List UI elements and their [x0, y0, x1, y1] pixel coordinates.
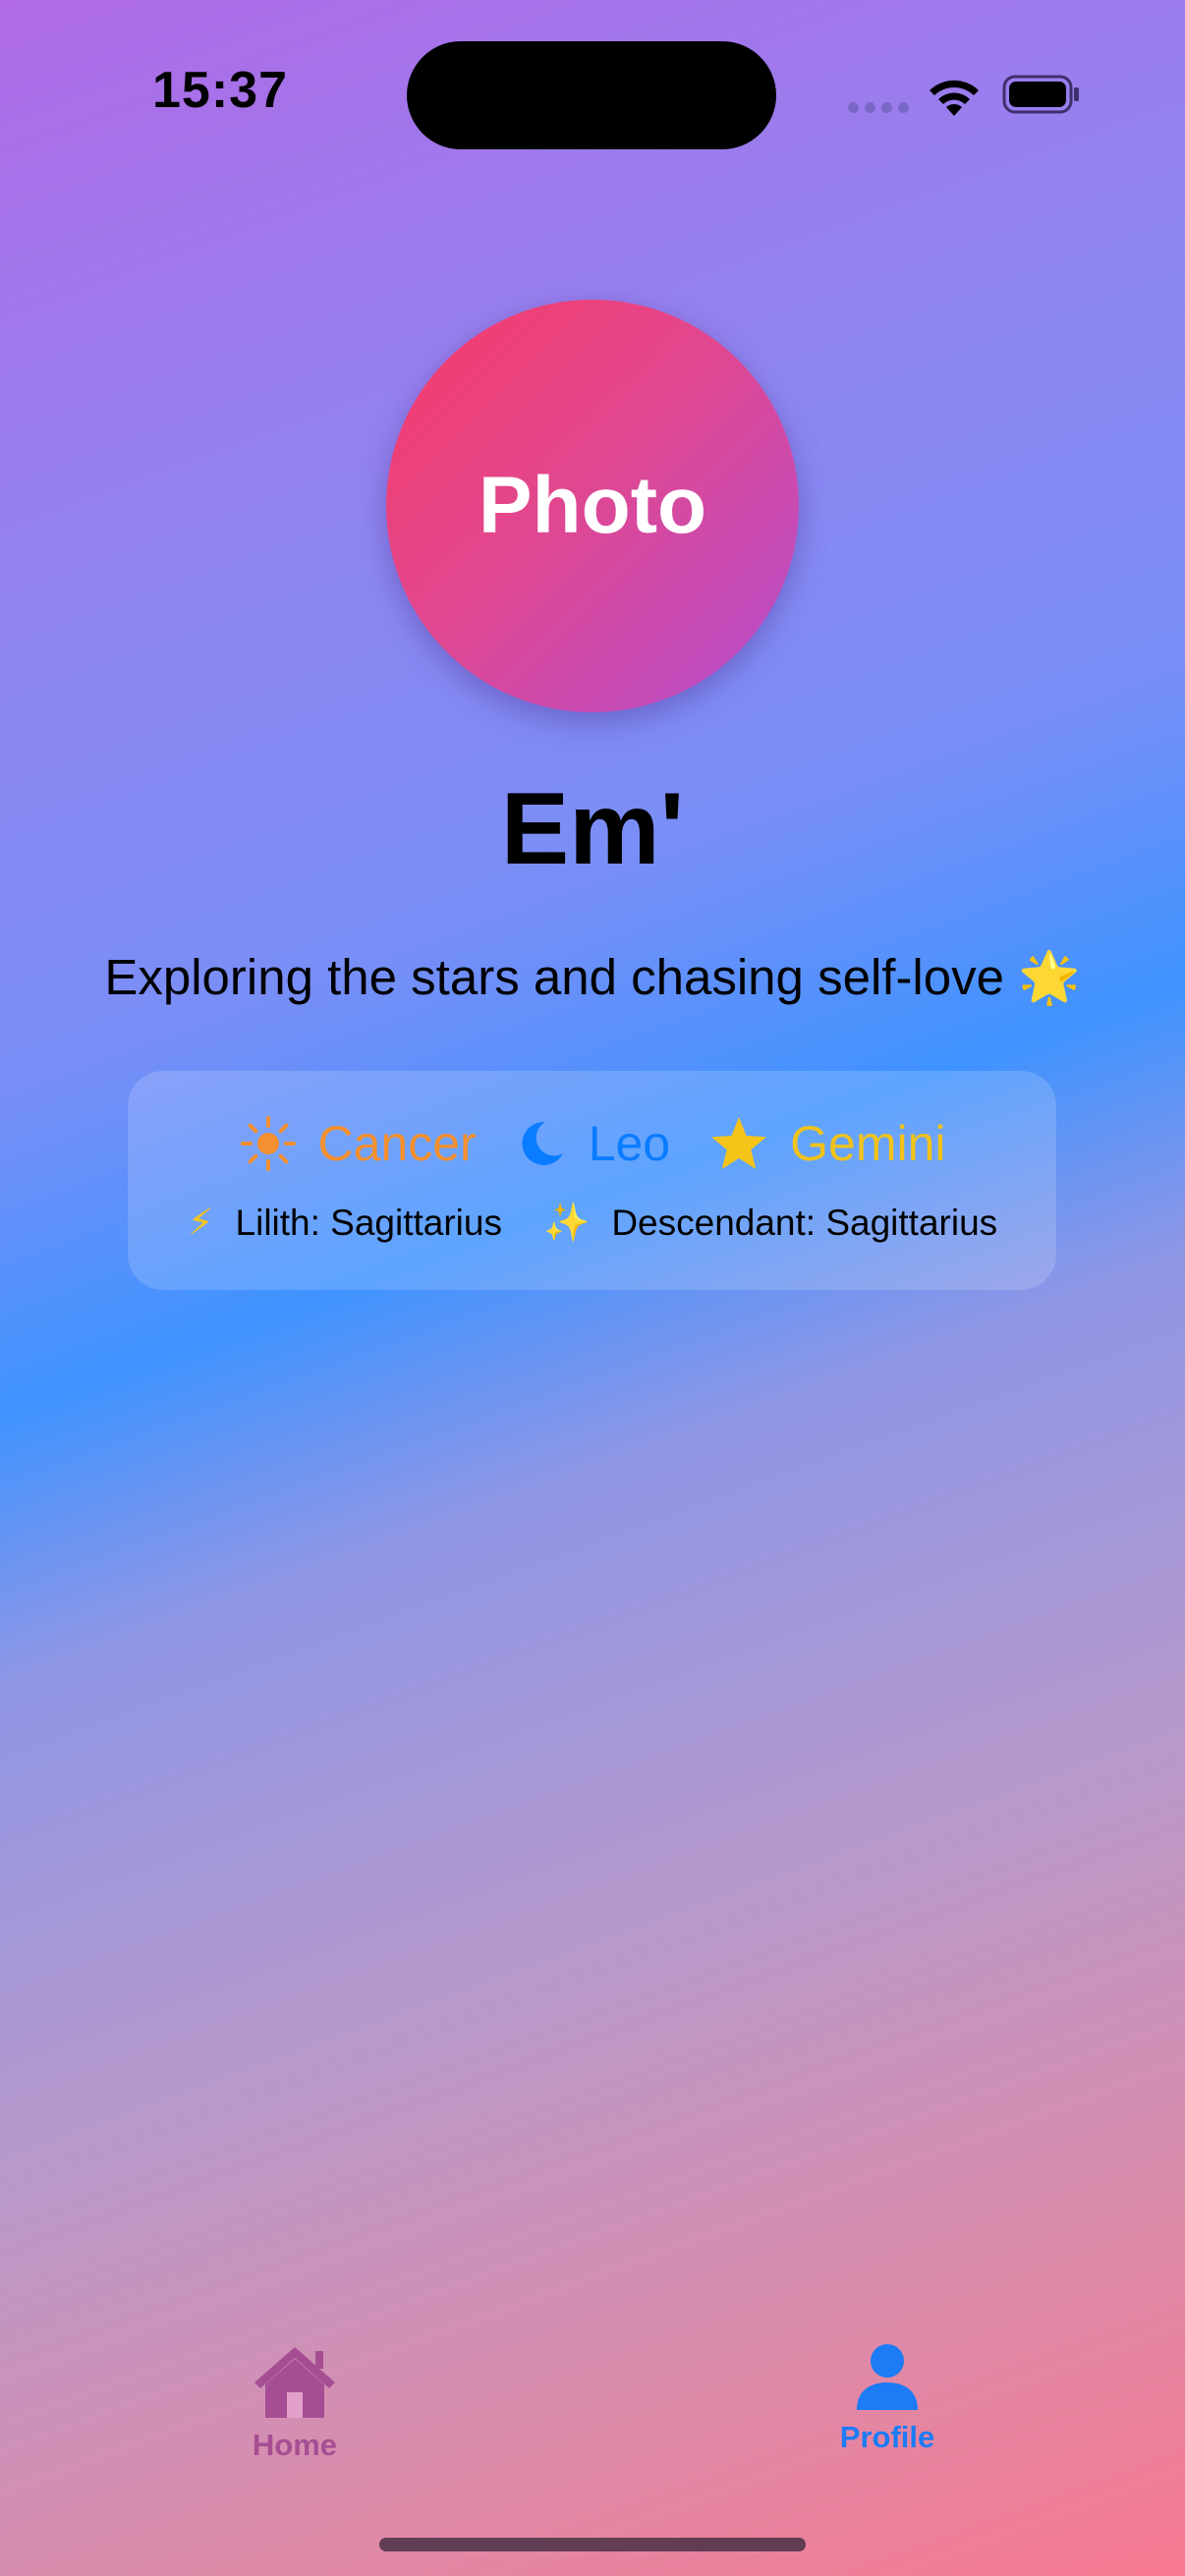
house-icon [254, 2347, 335, 2418]
tab-home-label: Home [252, 2428, 338, 2462]
wifi-icon [930, 80, 979, 116]
status-time: 15:37 [152, 62, 288, 119]
big-three-row: Cancer Leo Gemini [0, 1115, 1185, 1172]
moon-icon [516, 1118, 567, 1169]
tab-profile[interactable]: Profile [764, 2343, 1010, 2455]
lilith-placement: ⚡ Lilith: Sagittarius [188, 1201, 502, 1245]
profile-name: Em' [500, 772, 685, 886]
profile-photo[interactable]: Photo [386, 300, 799, 712]
descendant-label: Descendant: Sagittarius [611, 1202, 998, 1243]
rising-sign: Gemini [709, 1115, 946, 1172]
astrology-card [128, 1071, 1056, 1290]
person-icon [857, 2344, 918, 2410]
battery-icon [1002, 75, 1079, 114]
rising-sign-label: Gemini [790, 1116, 946, 1171]
sun-sign: Cancer [240, 1115, 477, 1172]
moon-sign: Leo [516, 1115, 670, 1172]
home-indicator[interactable] [379, 2538, 806, 2551]
tab-home[interactable]: Home [172, 2343, 418, 2463]
lilith-label: Lilith: Sagittarius [235, 1202, 502, 1243]
sun-icon [240, 1115, 297, 1172]
lightning-icon: ⚡ [187, 1203, 214, 1244]
extra-placements-row: ⚡ Lilith: Sagittarius ✨ Descendant: Sagi… [0, 1201, 1185, 1245]
descendant-placement: ✨ Descendant: Sagittarius [543, 1202, 997, 1245]
photo-placeholder-label: Photo [478, 461, 707, 550]
star-icon [709, 1115, 768, 1172]
cellular-signal-icon [848, 102, 909, 113]
dynamic-island [407, 41, 776, 149]
sun-sign-label: Cancer [317, 1116, 477, 1171]
sparkles-icon: ✨ [542, 1202, 591, 1244]
tab-profile-label: Profile [839, 2420, 935, 2454]
profile-bio: Exploring the stars and chasing self-lov… [104, 949, 1081, 1005]
moon-sign-label: Leo [588, 1116, 671, 1171]
